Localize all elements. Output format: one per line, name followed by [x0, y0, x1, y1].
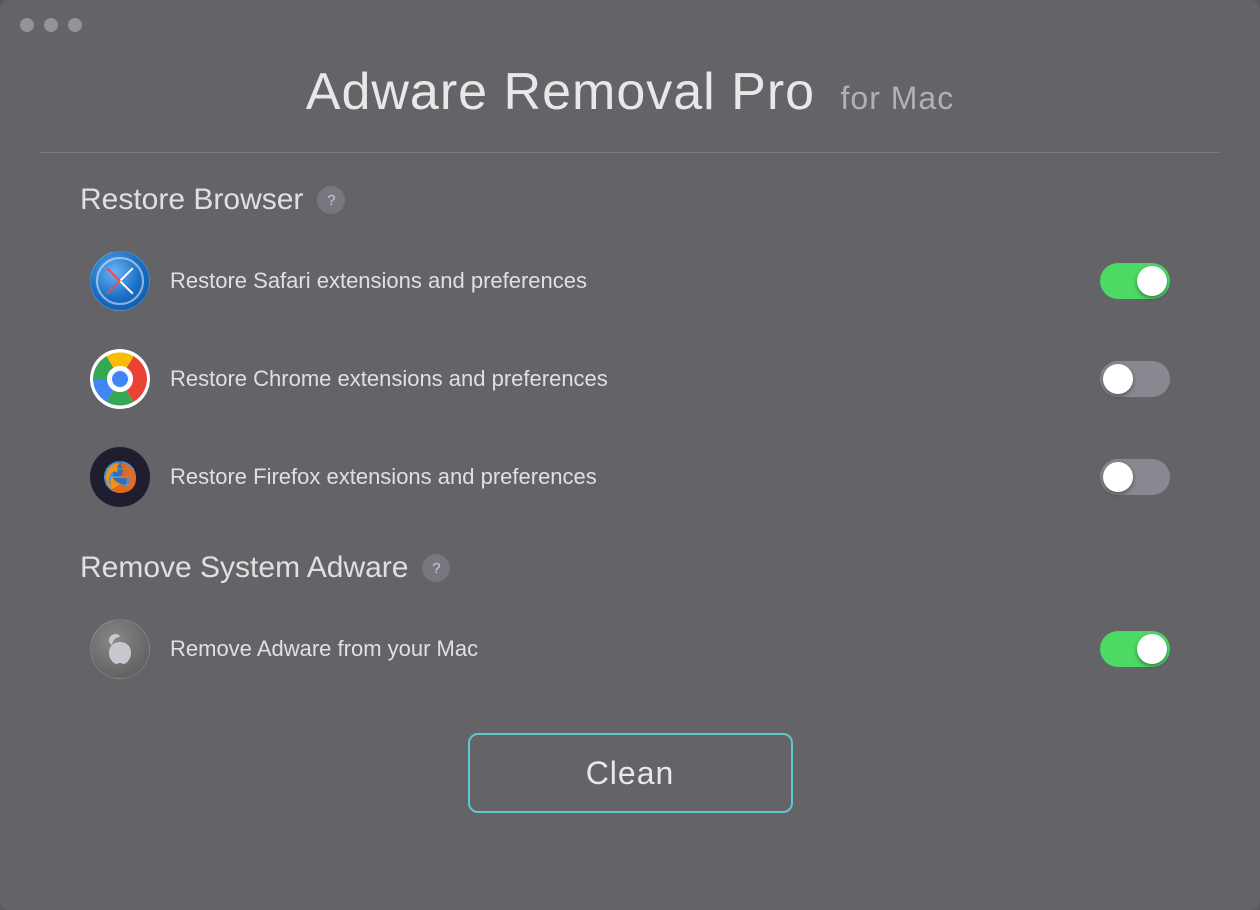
safari-row: Restore Safari extensions and preference…	[80, 237, 1180, 325]
mac-row: Remove Adware from your Mac	[80, 605, 1180, 693]
firefox-toggle-thumb	[1103, 462, 1133, 492]
app-title-main: Adware Removal Pro	[306, 63, 815, 121]
chrome-row: Restore Chrome extensions and preference…	[80, 335, 1180, 423]
firefox-svg-icon	[92, 449, 148, 505]
safari-toggle[interactable]	[1100, 263, 1170, 299]
chrome-label: Restore Chrome extensions and preference…	[170, 366, 1080, 392]
app-window: Adware Removal Pro for Mac Restore Brows…	[0, 0, 1260, 910]
remove-adware-section-header: Remove System Adware ?	[80, 551, 1180, 585]
apple-svg-icon	[102, 631, 138, 667]
minimize-button[interactable]	[44, 18, 58, 32]
mac-toggle[interactable]	[1100, 631, 1170, 667]
chrome-toggle-track	[1100, 361, 1170, 397]
safari-toggle-track	[1100, 263, 1170, 299]
firefox-row: Restore Firefox extensions and preferenc…	[80, 433, 1180, 521]
mac-toggle-thumb	[1137, 634, 1167, 664]
chrome-svg-icon	[93, 352, 147, 406]
firefox-label: Restore Firefox extensions and preferenc…	[170, 464, 1080, 490]
main-content: Restore Browser ? Restore Safari extensi…	[0, 153, 1260, 910]
firefox-toggle[interactable]	[1100, 459, 1170, 495]
app-header: Adware Removal Pro for Mac	[0, 32, 1260, 142]
firefox-icon	[90, 447, 150, 507]
mac-apple-icon	[90, 619, 150, 679]
app-title-suffix: for Mac	[841, 80, 955, 116]
mac-toggle-track	[1100, 631, 1170, 667]
safari-icon	[90, 251, 150, 311]
restore-browser-help-icon[interactable]: ?	[317, 186, 345, 214]
restore-browser-title: Restore Browser	[80, 183, 303, 217]
safari-toggle-thumb	[1137, 266, 1167, 296]
mac-label: Remove Adware from your Mac	[170, 636, 1080, 662]
clean-button[interactable]: Clean	[468, 733, 793, 813]
chrome-icon	[90, 349, 150, 409]
chrome-toggle-thumb	[1103, 364, 1133, 394]
restore-browser-section-header: Restore Browser ?	[80, 183, 1180, 217]
clean-button-wrapper: Clean	[80, 733, 1180, 813]
close-button[interactable]	[20, 18, 34, 32]
titlebar	[0, 0, 1260, 32]
app-title: Adware Removal Pro for Mac	[40, 62, 1220, 122]
chrome-toggle[interactable]	[1100, 361, 1170, 397]
remove-adware-help-icon[interactable]: ?	[422, 554, 450, 582]
firefox-toggle-track	[1100, 459, 1170, 495]
remove-adware-title: Remove System Adware	[80, 551, 408, 585]
maximize-button[interactable]	[68, 18, 82, 32]
safari-label: Restore Safari extensions and preference…	[170, 268, 1080, 294]
